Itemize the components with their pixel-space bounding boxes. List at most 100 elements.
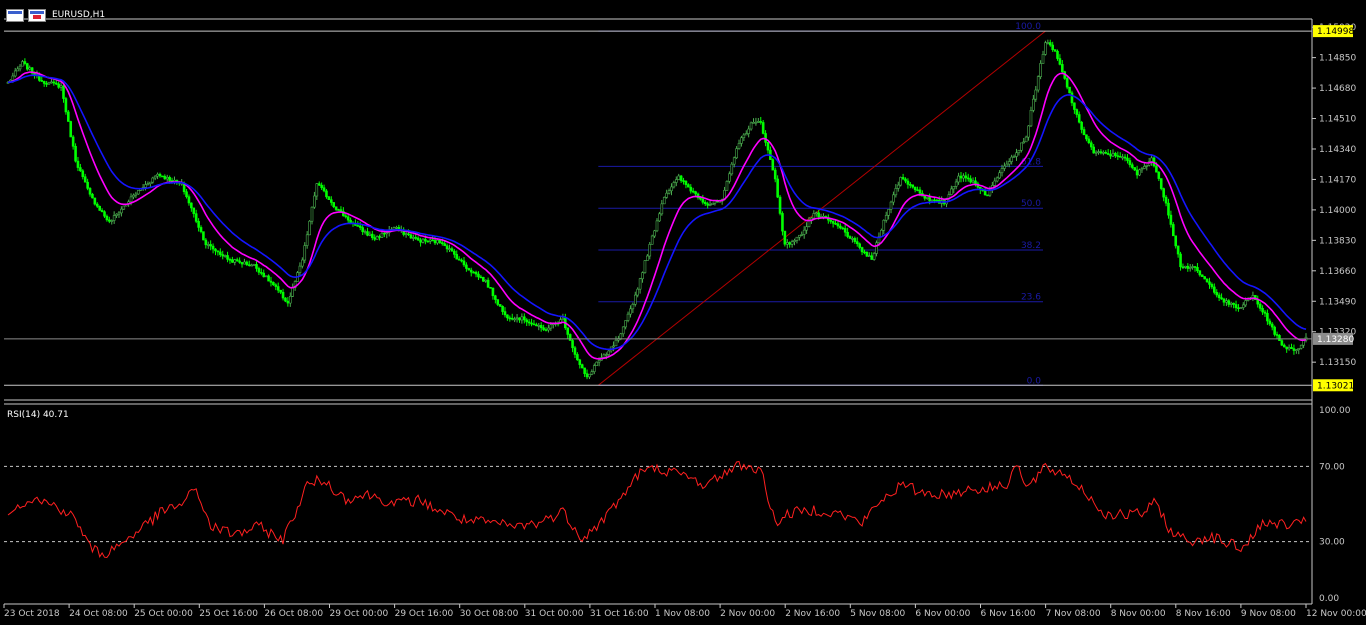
- candle-body: [1133, 167, 1137, 171]
- candle-body: [385, 232, 389, 235]
- candle-body: [305, 234, 309, 246]
- candle-body: [380, 232, 384, 238]
- candle-body: [539, 325, 543, 329]
- symbol-icon[interactable]: [28, 8, 46, 22]
- candle-body: [607, 350, 611, 355]
- candle-body: [260, 272, 263, 274]
- candle-body: [110, 220, 114, 222]
- candle-body: [1174, 235, 1178, 247]
- candle-body: [1145, 164, 1149, 167]
- candle-body: [469, 269, 473, 273]
- candle-body: [508, 317, 512, 320]
- candle-body: [371, 233, 374, 238]
- candle-body: [1198, 270, 1202, 276]
- candle-body: [1225, 300, 1228, 303]
- candle-body: [226, 255, 229, 260]
- candle-body: [506, 314, 509, 319]
- candle-body: [853, 238, 857, 242]
- candle-body: [327, 196, 331, 201]
- candle-body: [445, 245, 449, 250]
- candle-body: [503, 311, 507, 316]
- candle-body: [766, 142, 770, 151]
- candle-body: [510, 317, 514, 320]
- candle-body: [950, 188, 953, 195]
- candle-body: [986, 194, 989, 197]
- candle-body: [165, 176, 169, 180]
- candle-body: [547, 327, 550, 331]
- candle-body: [805, 226, 808, 231]
- candle-body: [433, 240, 437, 244]
- candle-body: [691, 190, 695, 193]
- candle-body: [841, 227, 845, 230]
- candle-body: [872, 253, 876, 260]
- candle-body: [1114, 153, 1117, 156]
- candle-body: [1109, 154, 1112, 157]
- candle-body: [105, 215, 109, 221]
- candle-body: [706, 203, 709, 206]
- candle-body: [431, 239, 434, 242]
- candle-body: [156, 173, 159, 177]
- candle-body: [339, 209, 343, 212]
- time-tick-label: 23 Oct 2018: [4, 609, 60, 619]
- candle-body: [95, 203, 99, 207]
- candle-body: [585, 373, 589, 378]
- candle-body: [153, 175, 157, 179]
- candle-body: [366, 231, 369, 236]
- candle-body: [288, 296, 292, 304]
- candle-body: [1116, 155, 1120, 157]
- candle-body: [243, 261, 246, 265]
- candle-body: [1278, 335, 1281, 341]
- window-icon[interactable]: [6, 8, 24, 22]
- candle-body: [561, 317, 565, 320]
- candle-body: [88, 188, 92, 195]
- candle-body: [749, 122, 753, 130]
- candle-body: [54, 82, 58, 85]
- candle-body: [812, 213, 816, 219]
- candle-body: [67, 111, 70, 122]
- candle-body: [320, 184, 323, 189]
- candle-body: [928, 197, 931, 202]
- candle-body: [13, 70, 17, 77]
- candle-body: [221, 254, 225, 257]
- candle-body: [457, 258, 461, 261]
- candle-body: [18, 65, 22, 70]
- candle-body: [629, 308, 632, 315]
- candle-body: [1263, 311, 1267, 314]
- candle-body: [817, 212, 820, 218]
- candle-body: [621, 326, 625, 335]
- candle-body: [1237, 307, 1240, 310]
- current-price-label: 1.13280: [1317, 335, 1354, 345]
- candle-body: [855, 241, 859, 245]
- candle-body: [264, 275, 268, 278]
- candle-body: [771, 159, 775, 171]
- candle-body: [308, 220, 311, 236]
- candle-body: [829, 219, 833, 222]
- candle-body: [597, 359, 601, 363]
- candle-body: [477, 273, 480, 278]
- candle-body: [646, 255, 649, 261]
- candle-body: [1094, 151, 1098, 154]
- candle-body: [108, 219, 111, 222]
- candle-body: [428, 239, 432, 242]
- candle-body: [59, 85, 63, 88]
- candle-body: [455, 254, 459, 260]
- time-tick-label: 31 Oct 16:00: [590, 609, 649, 619]
- candle-body: [247, 264, 251, 266]
- low-price-label: 1.13021: [1317, 381, 1354, 391]
- candle-body: [889, 201, 893, 210]
- candle-body: [1297, 348, 1301, 350]
- candle-body: [1135, 169, 1139, 176]
- candle-body: [325, 190, 328, 198]
- candle-body: [954, 181, 958, 187]
- candle-body: [730, 163, 734, 175]
- candle-body: [1087, 138, 1091, 144]
- chart-canvas[interactable]: 100.061.850.038.223.60.0 1.150201.148501…: [0, 0, 1366, 625]
- candle-body: [1193, 266, 1197, 268]
- candle-body: [1295, 349, 1298, 351]
- candle-body: [906, 180, 910, 185]
- candle-body: [1208, 281, 1211, 285]
- candle-body: [1111, 153, 1115, 157]
- candle-body: [1106, 153, 1110, 155]
- candle-body: [479, 276, 483, 279]
- candle-body: [836, 223, 840, 227]
